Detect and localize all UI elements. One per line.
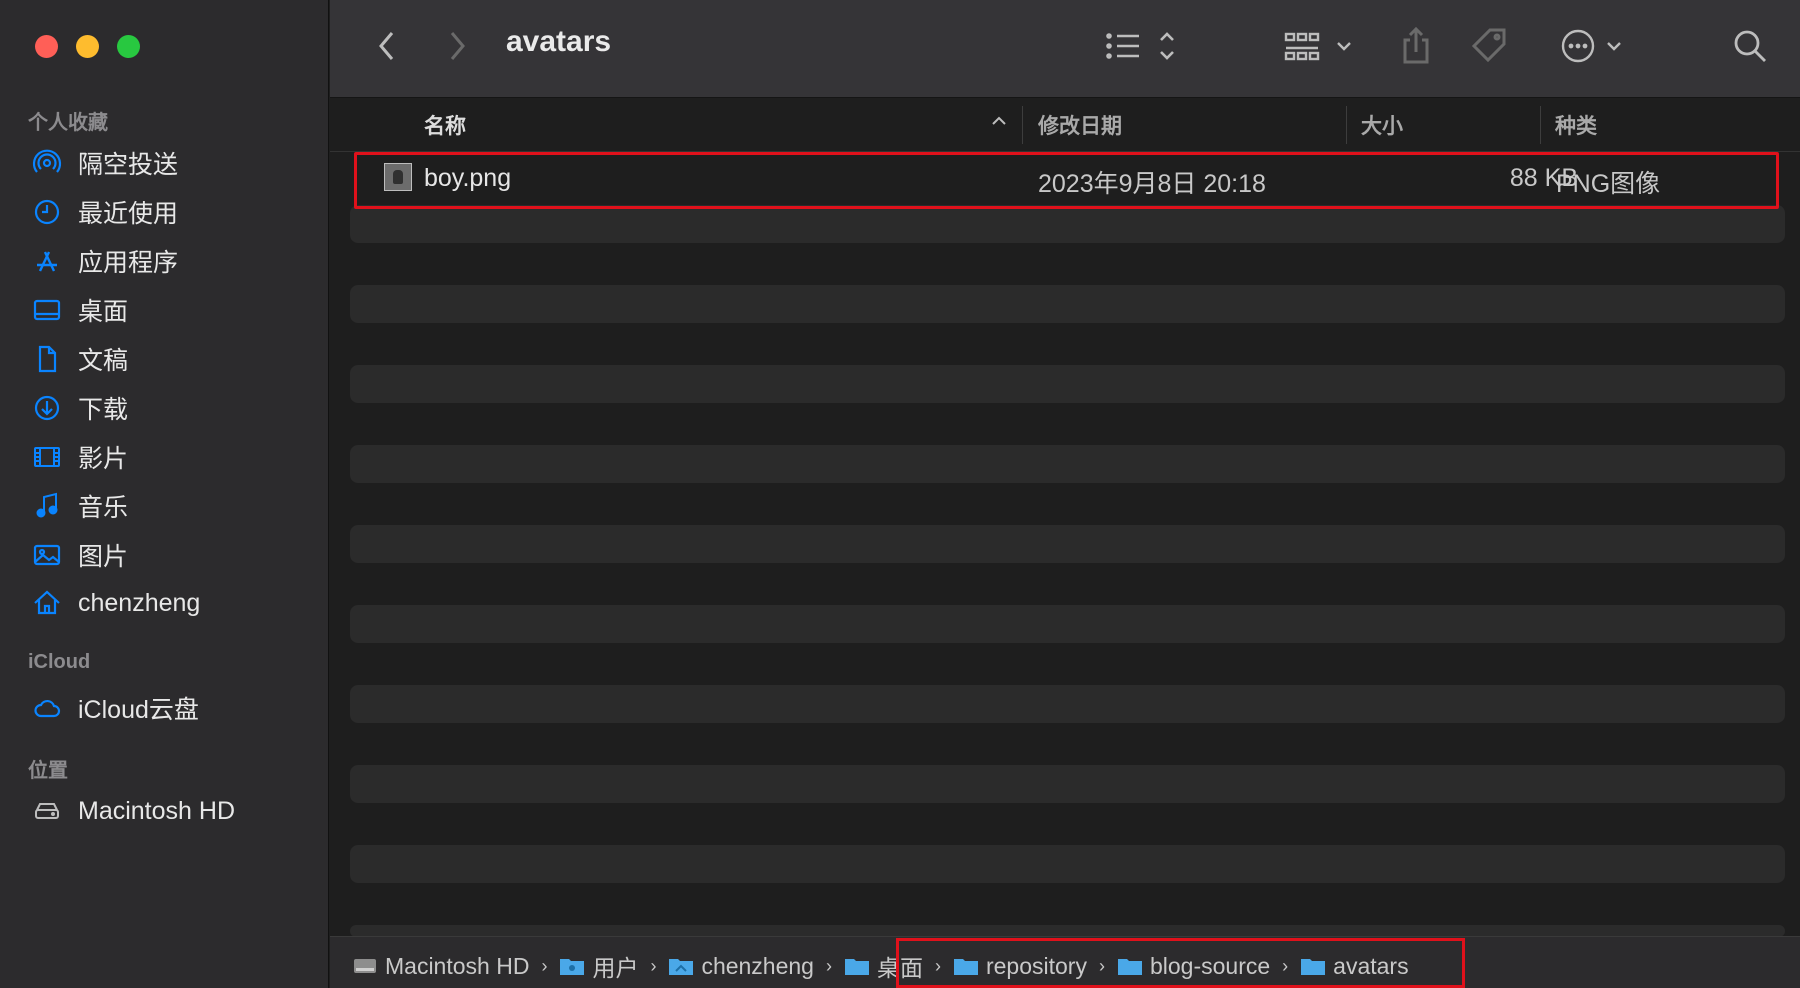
- sort-ascending-icon: [992, 116, 1006, 125]
- film-icon: [30, 440, 64, 474]
- back-button[interactable]: [370, 22, 404, 70]
- path-item-label: chenzheng: [701, 952, 814, 979]
- sidebar-item-airdrop[interactable]: 隔空投送: [30, 143, 320, 183]
- sidebar-item-label: 最近使用: [78, 200, 179, 228]
- sidebar: 个人收藏 隔空投送 最近使用 应用程序 桌面 文稿 下载 影片 音乐 图片 ch…: [0, 0, 329, 988]
- search-icon: [1734, 30, 1766, 62]
- toolbar: avatars: [330, 0, 1800, 98]
- airdrop-icon: [30, 146, 64, 180]
- ellipsis-circle-icon: [1561, 29, 1621, 63]
- search-button[interactable]: [1730, 22, 1770, 70]
- group-view-button[interactable]: [1284, 22, 1360, 70]
- chevron-left-icon: [379, 32, 394, 60]
- disk-icon: [30, 794, 64, 828]
- path-item-label: Macintosh HD: [385, 952, 530, 979]
- sidebar-item-label: chenzheng: [78, 588, 201, 617]
- sidebar-item-recents[interactable]: 最近使用: [30, 192, 320, 232]
- sidebar-item-label: 应用程序: [78, 249, 179, 277]
- sidebar-item-label: Macintosh HD: [78, 796, 235, 825]
- folder-icon: [560, 959, 585, 975]
- sidebar-item-label: 文稿: [78, 347, 129, 375]
- minimize-button[interactable]: [76, 35, 99, 58]
- path-item-macintosh-hd[interactable]: Macintosh HD: [352, 953, 529, 980]
- share-icon: [1403, 26, 1429, 64]
- sidebar-item-documents[interactable]: 文稿: [30, 339, 320, 379]
- column-header-size[interactable]: 大小: [1361, 110, 1403, 140]
- path-item-users[interactable]: 用户: [559, 949, 638, 983]
- disk-icon: [354, 959, 376, 973]
- list-sort-icon: [1106, 32, 1174, 60]
- path-separator-icon: ›: [541, 955, 548, 976]
- zoom-button[interactable]: [117, 35, 140, 58]
- clock-icon: [30, 195, 64, 229]
- list-view-button[interactable]: [1105, 22, 1185, 70]
- sidebar-item-home[interactable]: chenzheng: [30, 583, 320, 623]
- action-menu-button[interactable]: [1560, 22, 1636, 70]
- home-icon: [30, 586, 64, 620]
- empty-row: [350, 685, 1785, 723]
- download-icon: [30, 391, 64, 425]
- column-header-modified[interactable]: 修改日期: [1038, 110, 1122, 140]
- chevron-right-icon: [450, 32, 465, 60]
- column-divider[interactable]: [1022, 106, 1023, 144]
- window-controls: [35, 35, 140, 58]
- empty-row: [350, 525, 1785, 563]
- path-separator-icon: ›: [650, 955, 657, 976]
- folder-icon: [844, 959, 869, 975]
- column-header: 名称 修改日期 大小 种类: [330, 98, 1800, 152]
- path-separator-icon: ›: [825, 955, 832, 976]
- locations-section-label: 位置: [28, 760, 68, 782]
- share-button[interactable]: [1396, 22, 1436, 70]
- sidebar-item-label: 下载: [78, 396, 129, 424]
- empty-row: [350, 445, 1785, 483]
- column-header-name[interactable]: 名称: [424, 110, 466, 140]
- sidebar-item-label: 隔空投送: [78, 151, 179, 179]
- forward-button[interactable]: [440, 22, 474, 70]
- cloud-icon: [30, 691, 64, 725]
- photo-icon: [30, 538, 64, 572]
- sidebar-item-pictures[interactable]: 图片: [30, 535, 320, 575]
- sidebar-item-label: 桌面: [78, 298, 129, 326]
- document-icon: [30, 342, 64, 376]
- tag-icon: [1471, 28, 1506, 63]
- tag-button[interactable]: [1468, 22, 1512, 70]
- sidebar-item-applications[interactable]: 应用程序: [30, 241, 320, 281]
- path-highlight-annotation: [896, 938, 1465, 988]
- column-header-kind[interactable]: 种类: [1555, 110, 1597, 140]
- music-icon: [30, 489, 64, 523]
- window-title: avatars: [506, 25, 612, 58]
- sidebar-item-label: 影片: [78, 445, 129, 473]
- sidebar-item-desktop[interactable]: 桌面: [30, 290, 320, 330]
- column-divider[interactable]: [1540, 106, 1541, 144]
- sidebar-item-macintosh-hd[interactable]: Macintosh HD: [30, 791, 320, 831]
- icloud-section-label: iCloud: [28, 651, 91, 673]
- empty-row: [350, 605, 1785, 643]
- finder-window: 个人收藏 隔空投送 最近使用 应用程序 桌面 文稿 下载 影片 音乐 图片 ch…: [0, 0, 1800, 988]
- sidebar-item-icloud-drive[interactable]: iCloud云盘: [30, 688, 320, 728]
- row-highlight-annotation: [354, 152, 1779, 209]
- favorites-section-label: 个人收藏: [28, 112, 108, 134]
- sidebar-item-movies[interactable]: 影片: [30, 437, 320, 477]
- home-folder-icon: [669, 959, 694, 975]
- empty-row: [350, 205, 1785, 243]
- empty-row: [350, 365, 1785, 403]
- empty-row: [350, 845, 1785, 883]
- sidebar-item-label: 音乐: [78, 494, 129, 522]
- empty-row: [350, 765, 1785, 803]
- path-item-label: 用户: [592, 955, 639, 981]
- sidebar-item-music[interactable]: 音乐: [30, 486, 320, 526]
- column-divider[interactable]: [1346, 106, 1347, 144]
- grid-dropdown-icon: [1284, 32, 1351, 61]
- desktop-icon: [30, 293, 64, 327]
- sidebar-item-label: iCloud云盘: [78, 696, 199, 724]
- close-button[interactable]: [35, 35, 58, 58]
- sidebar-item-label: 图片: [78, 543, 129, 571]
- empty-row: [350, 285, 1785, 323]
- sidebar-item-downloads[interactable]: 下载: [30, 388, 320, 428]
- applications-icon: [30, 244, 64, 278]
- path-item-chenzheng[interactable]: chenzheng: [668, 953, 814, 980]
